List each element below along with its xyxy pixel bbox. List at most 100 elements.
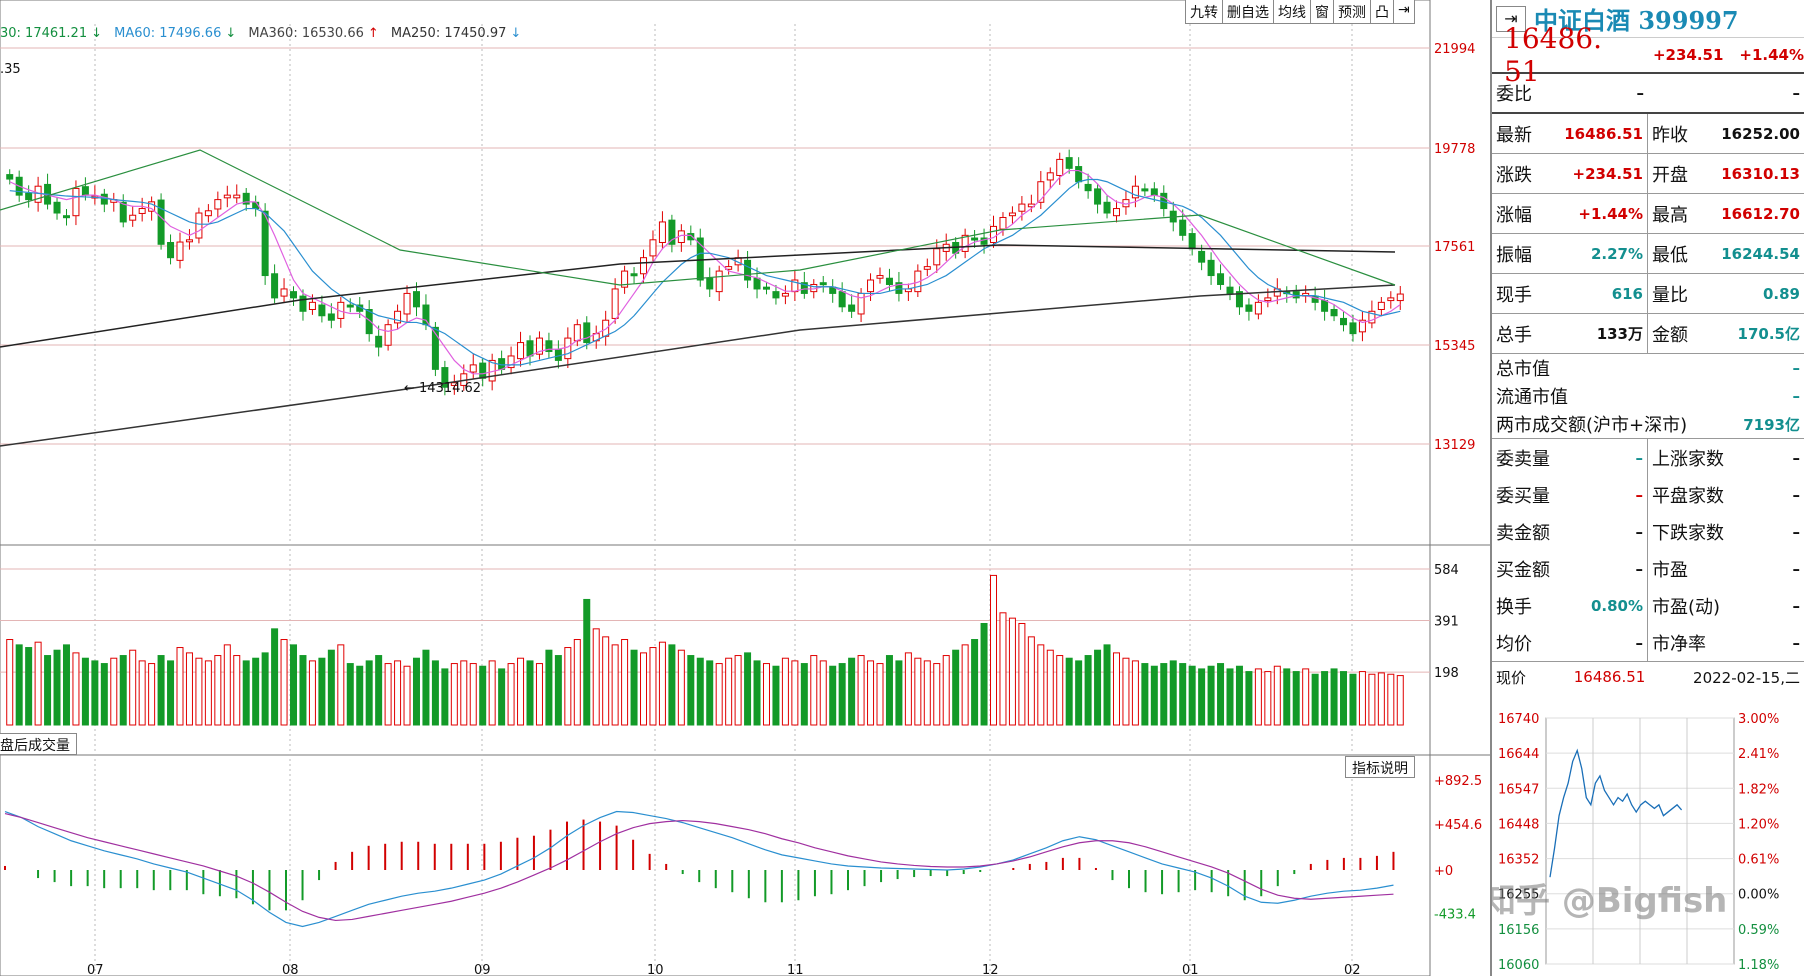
volume-bar: [318, 657, 326, 726]
stats-key: 平盘家数: [1652, 485, 1724, 507]
stock-terminal: { "toolbar":{"items":["九转","删自选","均线","窗…: [0, 0, 1804, 976]
candle-body: [611, 288, 619, 319]
candle-body: [885, 277, 893, 285]
toolbar-btn-forecast[interactable]: 预测: [1334, 0, 1371, 24]
main-chart-svg[interactable]: 21994 19778 17561 15345 13129 07 08 09 10 11 12 01 0…: [0, 0, 1490, 976]
volume-bar: [867, 660, 875, 726]
candle-body: [185, 239, 193, 243]
quote-row: 总手 133万 金额 170.5亿: [1492, 314, 1804, 354]
volume-bar: [933, 663, 941, 726]
chart-toolbar: 九转 删自选 均线 窗 预测 凸 ⇥: [1185, 0, 1415, 24]
candle-body: [1084, 183, 1092, 192]
volume-bar: [157, 655, 165, 726]
stats-value: –: [1635, 559, 1644, 578]
ma60-legend: MA60: 17496.66 ↓: [114, 26, 237, 41]
month-label: 02: [1344, 963, 1361, 976]
volume-bar: [403, 665, 411, 726]
toolbar-btn-lock[interactable]: 凸: [1371, 0, 1394, 24]
candle-body: [990, 225, 998, 243]
candle-body: [167, 241, 175, 259]
volume-bar: [1311, 673, 1319, 726]
volume-bar: [412, 657, 420, 726]
macd-tick-label: +892.5: [1434, 774, 1482, 789]
quote-value: 0.89: [1762, 284, 1800, 303]
volume-tab[interactable]: 盘后成交量: [0, 733, 77, 755]
toolbar-btn-remove-watch[interactable]: 删自选: [1223, 0, 1274, 24]
stats-value: 0.80%: [1590, 596, 1643, 615]
stats-row: 委买量 – 平盘家数 –: [1492, 476, 1804, 513]
quote-value: 170.5亿: [1737, 325, 1800, 343]
ma250-line: [0, 244, 1396, 348]
mini-right-label: 3.00%: [1738, 712, 1779, 727]
wei-bi-label: 委比: [1496, 84, 1532, 105]
volume-bar: [6, 639, 14, 726]
mini-left-label: 16547: [1498, 782, 1539, 797]
mini-right-label: 1.18%: [1738, 958, 1779, 973]
candle-body: [781, 292, 789, 297]
volume-bar: [91, 660, 99, 726]
volume-bar: [554, 655, 562, 726]
mini-left-label: 16740: [1498, 712, 1539, 727]
month-label: 07: [87, 963, 104, 976]
volume-bar: [223, 644, 231, 726]
candle-body: [1198, 250, 1206, 263]
volume-bar: [384, 663, 392, 726]
volume-bar: [1264, 671, 1272, 726]
month-label: 01: [1182, 963, 1199, 976]
market-key: 两市成交额(沪市+深市): [1496, 415, 1688, 436]
wei-bi-value: –: [1636, 84, 1645, 102]
toolbar-btn-ma[interactable]: 均线: [1274, 0, 1311, 24]
stats-key: 买金额: [1496, 559, 1550, 581]
candle-body: [72, 187, 80, 217]
wei-bi-row: 委比 – –: [1492, 74, 1804, 114]
market-row: 两市成交额(沪市+深市) 7193亿: [1492, 410, 1804, 438]
volume-bar: [167, 660, 175, 726]
volume-bar: [308, 660, 316, 726]
candle-body: [1207, 259, 1215, 277]
candle-body: [403, 292, 411, 315]
candle-body: [1217, 273, 1225, 285]
volume-bar: [44, 655, 52, 726]
toolbar-btn-collapse[interactable]: ⇥: [1394, 0, 1415, 24]
volume-bar: [290, 644, 298, 726]
candle-body: [1065, 157, 1073, 169]
kline-chart-area[interactable]: 21994 19778 17561 15345 13129 07 08 09 10 11 12 01 0…: [0, 0, 1490, 976]
quote-value: 16310.13: [1721, 164, 1800, 183]
market-key: 流通市值: [1496, 387, 1568, 408]
stats-key: 换手: [1496, 596, 1532, 618]
volume-bar: [800, 663, 808, 726]
volume-bar: [81, 657, 89, 726]
quote-key: 最低: [1652, 244, 1688, 266]
volume-bar: [791, 660, 799, 726]
volume-bar: [819, 660, 827, 726]
candle-body: [1377, 301, 1385, 310]
volume-bar: [1207, 665, 1215, 726]
candle-body: [1008, 212, 1016, 217]
candle-body: [34, 185, 42, 203]
intraday-mini-chart[interactable]: 16740 3.00% 16644 2.41% 16547 1.82% 16448 1.20%…: [1492, 706, 1804, 976]
volume-bar: [999, 612, 1007, 726]
indicator-explain-button[interactable]: 指标说明: [1345, 756, 1415, 778]
mini-chart-header: 现价 16486.51 2022-02-15,二: [1492, 662, 1804, 692]
quote-key: 振幅: [1496, 244, 1532, 266]
stats-key: 市盈(动): [1652, 596, 1721, 618]
volume-bar: [129, 649, 137, 726]
stats-row: 均价 – 市净率 –: [1492, 624, 1804, 661]
toolbar-btn-window[interactable]: 窗: [1311, 0, 1334, 24]
stats-key: 卖金额: [1496, 522, 1550, 544]
quote-key: 涨幅: [1496, 204, 1532, 226]
quote-key: 总手: [1496, 324, 1532, 346]
volume-bar: [564, 647, 572, 726]
volume-bar: [914, 657, 922, 726]
candle-body: [1349, 322, 1357, 335]
volume-bar: [1330, 668, 1338, 726]
volume-bar: [346, 663, 354, 726]
volume-bar: [1103, 644, 1111, 726]
toolbar-btn-jiuzhuan[interactable]: 九转: [1186, 0, 1223, 24]
volume-bar: [526, 660, 534, 726]
volume-bar: [1008, 617, 1016, 726]
stats-value: –: [1635, 633, 1644, 652]
candle-body: [715, 270, 723, 293]
volume-bar: [602, 636, 610, 726]
candle-body: [1094, 188, 1102, 205]
